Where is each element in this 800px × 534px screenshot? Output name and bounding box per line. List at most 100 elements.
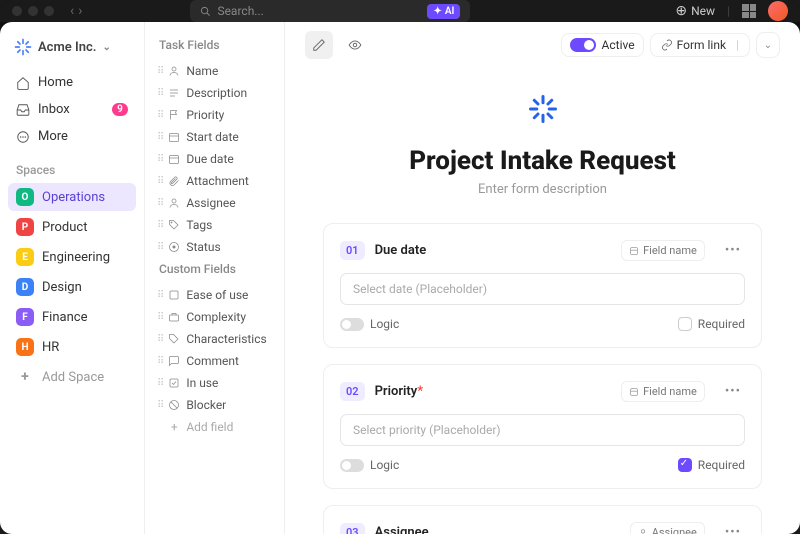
workspace-name: Acme Inc.	[38, 40, 96, 55]
required-checkbox[interactable]	[678, 458, 692, 472]
active-toggle[interactable]: Active	[561, 33, 644, 57]
field-number: 03	[340, 523, 365, 534]
space-item-engineering[interactable]: EEngineering	[8, 243, 136, 271]
more-icon	[16, 130, 30, 144]
custom-field-blocker[interactable]: ⠿Blocker	[151, 394, 278, 416]
form-toolbar: Active Form link| ⌄	[285, 22, 800, 68]
add-field-button[interactable]: ⠿+Add field	[151, 416, 278, 438]
drag-icon: ⠿	[157, 356, 162, 367]
search-input[interactable]: Search... ✦ AI	[190, 0, 470, 22]
nav-inbox[interactable]: Inbox9	[8, 97, 136, 122]
field-type-chip[interactable]: Field name	[621, 381, 705, 402]
custom-field-characteristics[interactable]: ⠿Characteristics	[151, 328, 278, 350]
drag-icon: ⠿	[157, 378, 162, 389]
form-field-card[interactable]: 02 Priority* Field name ••• Select priority …	[323, 364, 762, 489]
drag-icon: ⠿	[157, 198, 162, 209]
custom-field-in-use[interactable]: ⠿In use	[151, 372, 278, 394]
task-field-name[interactable]: ⠿Name	[151, 60, 278, 82]
primary-sidebar: Acme Inc. ⌄ Home Inbox9 More Spaces OOpe…	[0, 22, 145, 534]
field-more-button[interactable]: •••	[721, 384, 745, 399]
drag-icon: ⠿	[157, 220, 162, 231]
task-field-tags[interactable]: ⠿Tags	[151, 214, 278, 236]
avatar[interactable]	[768, 1, 788, 21]
window-controls	[12, 6, 54, 16]
form-link-button[interactable]: Form link|	[650, 33, 750, 57]
apps-icon[interactable]	[742, 4, 756, 18]
chevron-down-icon: ⌄	[102, 42, 110, 53]
field-more-button[interactable]: •••	[721, 243, 745, 258]
drag-icon: ⠿	[157, 132, 162, 143]
required-label: Required	[698, 458, 745, 472]
drag-icon: ⠿	[157, 242, 162, 253]
task-field-due-date[interactable]: ⠿Due date	[151, 148, 278, 170]
space-item-design[interactable]: DDesign	[8, 273, 136, 301]
form-link-more[interactable]: ⌄	[756, 32, 780, 58]
inbox-badge: 9	[112, 103, 128, 116]
nav-home[interactable]: Home	[8, 70, 136, 95]
field-title: Assignee	[375, 525, 429, 534]
task-field-start-date[interactable]: ⠿Start date	[151, 126, 278, 148]
ai-badge[interactable]: ✦ AI	[427, 4, 460, 19]
drag-icon: ⠿	[157, 334, 162, 345]
workspace-logo-icon	[14, 38, 32, 56]
logic-label: Logic	[370, 458, 399, 472]
form-description[interactable]: Enter form description	[323, 182, 762, 197]
custom-field-comment[interactable]: ⠿Comment	[151, 350, 278, 372]
edit-mode-button[interactable]	[305, 31, 333, 59]
field-number: 01	[340, 241, 365, 260]
task-field-attachment[interactable]: ⠿Attachment	[151, 170, 278, 192]
task-field-status[interactable]: ⠿Status	[151, 236, 278, 258]
new-button[interactable]: ⊕New	[675, 3, 715, 19]
drag-icon: ⠿	[157, 312, 162, 323]
eye-icon	[348, 38, 362, 52]
space-item-finance[interactable]: FFinance	[8, 303, 136, 331]
custom-field-ease-of-use[interactable]: ⠿Ease of use	[151, 284, 278, 306]
form-title[interactable]: Project Intake Request	[323, 146, 762, 176]
space-item-product[interactable]: PProduct	[8, 213, 136, 241]
custom-field-complexity[interactable]: ⠿Complexity	[151, 306, 278, 328]
nav-forward[interactable]: ›	[78, 3, 82, 19]
form-field-card[interactable]: 03 Assignee Assignee •••	[323, 505, 762, 534]
required-checkbox[interactable]	[678, 317, 692, 331]
drag-icon: ⠿	[157, 88, 162, 99]
preview-mode-button[interactable]	[341, 31, 369, 59]
main-panel: Active Form link| ⌄ Project Intake Reque…	[285, 22, 800, 534]
workspace-switcher[interactable]: Acme Inc. ⌄	[8, 34, 136, 60]
drag-icon: ⠿	[157, 110, 162, 121]
field-type-chip[interactable]: Assignee	[630, 522, 705, 534]
logic-toggle[interactable]	[340, 318, 364, 331]
drag-icon: ⠿	[157, 154, 162, 165]
task-fields-label: Task Fields	[151, 34, 278, 60]
pencil-icon	[312, 38, 326, 52]
nav-back[interactable]: ‹	[70, 3, 74, 19]
logic-toggle[interactable]	[340, 459, 364, 472]
form-logo-icon	[528, 94, 558, 124]
task-field-priority[interactable]: ⠿Priority	[151, 104, 278, 126]
drag-icon: ⠿	[157, 66, 162, 77]
field-type-chip[interactable]: Field name	[621, 240, 705, 261]
search-placeholder: Search...	[217, 4, 263, 18]
field-title: Due date	[375, 243, 427, 258]
drag-icon: ⠿	[157, 400, 162, 411]
task-field-assignee[interactable]: ⠿Assignee	[151, 192, 278, 214]
field-placeholder-input[interactable]: Select date (Placeholder)	[340, 273, 745, 305]
field-number: 02	[340, 382, 365, 401]
logic-label: Logic	[370, 317, 399, 331]
nav-arrows: ‹ ›	[70, 3, 82, 19]
nav-more[interactable]: More	[8, 124, 136, 149]
space-item-operations[interactable]: OOperations	[8, 183, 136, 211]
switch-icon	[570, 38, 596, 52]
add-space-button[interactable]: +Add Space	[8, 363, 136, 391]
field-more-button[interactable]: •••	[721, 525, 745, 534]
field-title: Priority*	[375, 384, 423, 399]
link-icon	[661, 39, 673, 51]
space-item-hr[interactable]: HHR	[8, 333, 136, 361]
task-field-description[interactable]: ⠿Description	[151, 82, 278, 104]
field-placeholder-input[interactable]: Select priority (Placeholder)	[340, 414, 745, 446]
form-field-card[interactable]: 01 Due date Field name ••• Select date (Plac…	[323, 223, 762, 348]
search-icon	[200, 6, 211, 17]
spaces-label: Spaces	[8, 151, 136, 183]
inbox-icon	[16, 103, 30, 117]
titlebar: ‹ › Search... ✦ AI ⊕New |	[0, 0, 800, 22]
fields-sidebar: Task Fields ⠿Name⠿Description⠿Priority⠿S…	[145, 22, 285, 534]
